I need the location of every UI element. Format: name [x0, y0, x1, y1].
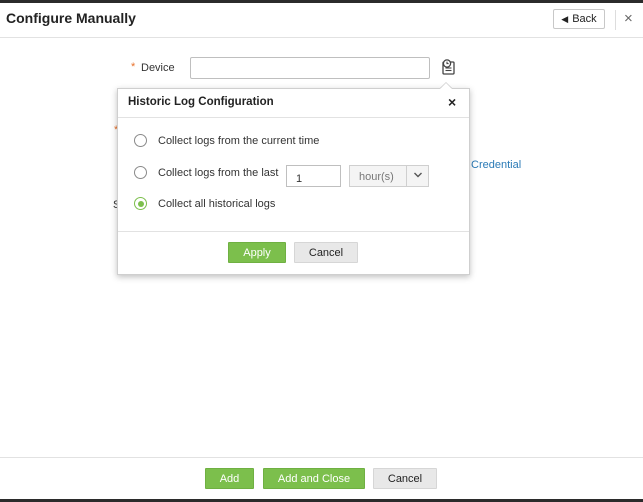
chevron-down-icon [414, 172, 422, 178]
option-all-historical[interactable]: Collect all historical logs [134, 197, 275, 210]
cancel-button[interactable]: Cancel [373, 468, 437, 489]
required-mark: * [131, 61, 136, 73]
historic-log-popup: Historic Log Configuration × Collect log… [117, 88, 470, 275]
dialog-header: Configure Manually ◀ Back × [0, 3, 643, 38]
device-input[interactable] [190, 57, 430, 79]
popup-divider [118, 231, 469, 232]
add-and-close-button[interactable]: Add and Close [263, 468, 365, 489]
radio-all-historical[interactable] [134, 197, 147, 210]
close-icon[interactable]: × [624, 11, 633, 26]
page-title: Configure Manually [6, 10, 136, 26]
close-icon[interactable]: × [448, 95, 456, 109]
device-label: Device [141, 62, 175, 74]
last-value-input[interactable] [286, 165, 341, 187]
historic-log-settings-icon[interactable] [440, 58, 458, 76]
back-button-label: Back [572, 13, 597, 25]
popup-cancel-button[interactable]: Cancel [294, 242, 358, 263]
chevron-left-icon: ◀ [561, 13, 569, 24]
add-button[interactable]: Add [205, 468, 254, 489]
select-divider [406, 166, 407, 186]
option-label: Collect all historical logs [158, 197, 276, 210]
credential-link[interactable]: Credential [471, 159, 521, 171]
option-current-time[interactable]: Collect logs from the current time [134, 134, 319, 147]
option-label: Collect logs from the current time [158, 134, 320, 147]
unit-select-value: hour(s) [359, 171, 394, 183]
option-label: Collect logs from the last [158, 166, 279, 179]
popup-caret-fill [440, 83, 452, 89]
option-from-last[interactable]: Collect logs from the last [134, 166, 278, 179]
radio-from-last[interactable] [134, 166, 147, 179]
radio-current-time[interactable] [134, 134, 147, 147]
header-divider [615, 10, 616, 30]
popup-header: Historic Log Configuration × [118, 89, 469, 118]
footer-divider [0, 457, 643, 458]
back-button[interactable]: ◀ Back [553, 9, 605, 29]
apply-button[interactable]: Apply [228, 242, 286, 263]
unit-select[interactable]: hour(s) [349, 165, 429, 187]
popup-title: Historic Log Configuration [128, 96, 274, 108]
